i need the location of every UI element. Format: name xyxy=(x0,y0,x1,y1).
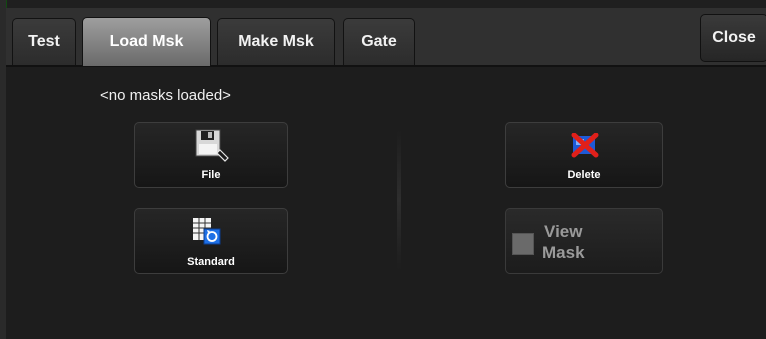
file-button-label: File xyxy=(201,169,221,181)
mask-status-text: <no masks loaded> xyxy=(100,87,231,104)
view-mask-checkbox[interactable] xyxy=(512,233,534,255)
tab-test[interactable]: Test xyxy=(12,18,76,65)
standard-button[interactable]: Standard xyxy=(134,208,288,274)
tab-make-msk[interactable]: Make Msk xyxy=(217,18,335,65)
view-mask-toggle[interactable]: View Mask xyxy=(505,208,663,274)
delete-button-label: Delete xyxy=(567,169,601,181)
standard-button-label: Standard xyxy=(187,256,235,268)
load-mask-panel xyxy=(6,67,766,339)
file-button[interactable]: File xyxy=(134,122,288,188)
delete-x-icon xyxy=(571,133,599,158)
standard-mask-icon xyxy=(193,218,221,245)
tab-strip: Test Load Msk Make Msk Gate Close xyxy=(6,8,766,67)
view-mask-label-line1: View xyxy=(544,222,583,241)
close-button[interactable]: Close xyxy=(700,14,766,62)
floppy-disk-icon xyxy=(195,129,229,162)
panel-divider xyxy=(397,130,401,270)
view-mask-label: View Mask xyxy=(542,221,585,263)
delete-button[interactable]: Delete xyxy=(505,122,663,188)
tab-gate[interactable]: Gate xyxy=(343,18,415,65)
view-mask-label-line2: Mask xyxy=(542,243,585,262)
tab-load-msk[interactable]: Load Msk xyxy=(82,17,211,66)
